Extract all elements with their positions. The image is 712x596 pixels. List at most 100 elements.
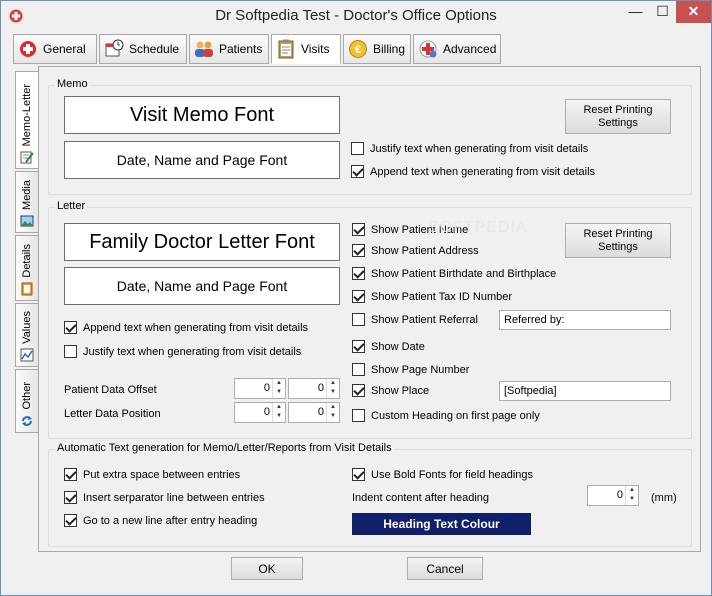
side-tab-label: Other [21, 382, 33, 410]
place-text-input[interactable]: [Softpedia] [499, 381, 671, 401]
spinner-value: 0 [317, 382, 324, 394]
side-tab-label: Media [21, 180, 33, 210]
show-patient-address-checkbox[interactable]: Show Patient Address [352, 244, 479, 257]
letter-date-name-page-font-box[interactable]: Date, Name and Page Font [64, 267, 340, 305]
tab-general[interactable]: General [13, 34, 97, 64]
checkbox-box [351, 165, 364, 178]
letter-justify-checkbox[interactable]: Justify text when generating from visit … [64, 345, 301, 358]
checkbox-label: Show Patient Tax ID Number [371, 290, 513, 303]
euro-coin-icon: € [348, 39, 368, 59]
tab-label: Patients [219, 42, 263, 56]
memo-group: Memo Visit Memo Font Date, Name and Page… [48, 78, 692, 195]
side-tab-media[interactable]: Media [15, 171, 39, 233]
tab-label: Advanced [443, 42, 497, 56]
checkbox-label: Show Patient Address [371, 244, 479, 257]
checkbox-box [352, 384, 365, 397]
side-tab-memo-letter[interactable]: Memo-Letter [15, 71, 39, 169]
notepad-pencil-icon [20, 151, 34, 164]
show-patient-tax-id-checkbox[interactable]: Show Patient Tax ID Number [352, 290, 512, 303]
checkbox-box [352, 244, 365, 257]
minimize-button[interactable]: — [622, 1, 649, 23]
checkbox-label: Insert serparator line between entries [83, 491, 265, 504]
tab-advanced[interactable]: Advanced [413, 34, 501, 64]
checkbox-box [64, 468, 77, 481]
bold-fonts-checkbox[interactable]: Use Bold Fonts for field headings [352, 468, 533, 481]
window-title: Dr Softpedia Test - Doctor's Office Opti… [215, 7, 497, 24]
indent-content-label: Indent content after heading [352, 492, 489, 504]
side-tab-label: Values [21, 311, 33, 344]
checkbox-box [64, 345, 77, 358]
people-icon [194, 39, 214, 59]
checkbox-box [352, 340, 365, 353]
checkbox-label: Put extra space between entries [83, 468, 241, 481]
maximize-button[interactable]: ☐ [649, 1, 676, 23]
heading-text-colour-button[interactable]: Heading Text Colour [352, 513, 531, 535]
letter-reset-printing-button[interactable]: Reset Printing Settings [565, 223, 671, 258]
checkbox-label: Show Patient Referral [371, 313, 478, 326]
checkbox-label: Use Bold Fonts for field headings [371, 468, 534, 481]
referral-text-input[interactable]: Referred by: [499, 310, 671, 330]
separator-line-checkbox[interactable]: Insert serparator line between entries [64, 491, 265, 504]
letter-position-y-spinner[interactable]: 0 ▲ ▼ [288, 402, 340, 423]
new-line-checkbox[interactable]: Go to a new line after entry heading [64, 514, 257, 527]
show-place-checkbox[interactable]: Show Place [352, 384, 429, 397]
checkbox-box [352, 468, 365, 481]
checkbox-box [352, 267, 365, 280]
clipboard-icon [276, 39, 296, 59]
memo-reset-printing-button[interactable]: Reset Printing Settings [565, 99, 671, 134]
letter-position-x-spinner[interactable]: 0 ▲ ▼ [234, 402, 286, 423]
options-panel: Memo Visit Memo Font Date, Name and Page… [38, 66, 701, 552]
side-tab-details[interactable]: Details [15, 235, 39, 301]
checkbox-label: Show Patient Name [371, 223, 469, 236]
letter-font-box[interactable]: Family Doctor Letter Font [64, 223, 340, 261]
show-patient-referral-checkbox[interactable]: Show Patient Referral [352, 313, 478, 326]
spinner-arrows[interactable]: ▲ ▼ [326, 379, 339, 398]
patient-offset-y-spinner[interactable]: 0 ▲ ▼ [288, 378, 340, 399]
show-patient-name-checkbox[interactable]: Show Patient Name [352, 223, 468, 236]
indent-unit-label: (mm) [651, 492, 677, 504]
letter-group: Letter Family Doctor Letter Font Date, N… [48, 200, 692, 439]
side-tab-values[interactable]: Values [15, 303, 39, 367]
close-button[interactable]: ✕ [676, 1, 711, 23]
side-tab-other[interactable]: Other [15, 369, 39, 433]
custom-heading-checkbox[interactable]: Custom Heading on first page only [352, 409, 540, 422]
tab-patients[interactable]: Patients [189, 34, 269, 64]
tab-schedule[interactable]: Schedule [99, 34, 187, 64]
tab-visits[interactable]: Visits [271, 34, 341, 64]
spinner-arrows[interactable]: ▲ ▼ [272, 379, 285, 398]
patient-offset-x-spinner[interactable]: 0 ▲ ▼ [234, 378, 286, 399]
checkbox-box [352, 363, 365, 376]
show-page-number-checkbox[interactable]: Show Page Number [352, 363, 469, 376]
toolbar: General Schedule Patients Visits € Billi… [7, 32, 707, 65]
memo-date-name-page-font-box[interactable]: Date, Name and Page Font [64, 141, 340, 179]
picture-icon [20, 215, 34, 227]
show-date-checkbox[interactable]: Show Date [352, 340, 425, 353]
ok-button[interactable]: OK [231, 557, 303, 580]
tab-billing[interactable]: € Billing [343, 34, 411, 64]
letter-append-checkbox[interactable]: Append text when generating from visit d… [64, 321, 308, 334]
spinner-arrows[interactable]: ▲ ▼ [625, 486, 638, 505]
checkbox-box [352, 223, 365, 236]
title-bar: Dr Softpedia Test - Doctor's Office Opti… [1, 1, 711, 32]
spinner-arrows[interactable]: ▲ ▼ [326, 403, 339, 422]
extra-space-checkbox[interactable]: Put extra space between entries [64, 468, 240, 481]
cancel-button[interactable]: Cancel [407, 557, 483, 580]
options-window: Dr Softpedia Test - Doctor's Office Opti… [0, 0, 712, 596]
spinner-value: 0 [263, 406, 270, 418]
dialog-footer: OK Cancel [1, 553, 711, 596]
svg-text:€: € [355, 44, 361, 56]
checkbox-label: Show Date [371, 340, 425, 353]
indent-spinner[interactable]: 0 ▲ ▼ [587, 485, 639, 506]
tab-label: Billing [373, 42, 406, 56]
spinner-arrows[interactable]: ▲ ▼ [272, 403, 285, 422]
checkbox-label: Show Patient Birthdate and Birthplace [371, 267, 557, 280]
checkbox-box [64, 491, 77, 504]
checkbox-label: Show Place [371, 384, 430, 397]
memo-append-checkbox[interactable]: Append text when generating from visit d… [351, 165, 595, 178]
checkbox-label: Justify text when generating from visit … [83, 345, 302, 358]
show-patient-birthdate-checkbox[interactable]: Show Patient Birthdate and Birthplace [352, 267, 556, 280]
visit-memo-font-box[interactable]: Visit Memo Font [64, 96, 340, 134]
memo-justify-checkbox[interactable]: Justify text when generating from visit … [351, 142, 588, 155]
spinner-value: 0 [263, 382, 270, 394]
refresh-icon [22, 416, 32, 426]
